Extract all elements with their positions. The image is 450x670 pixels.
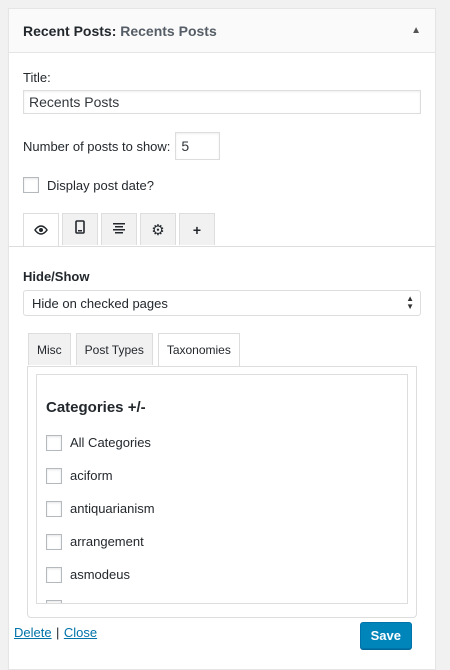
- list-item: asmodeus: [46, 558, 407, 591]
- widget-title-subtitle: Recents Posts: [120, 22, 217, 39]
- category-checkbox[interactable]: [46, 467, 62, 484]
- plus-icon: +: [192, 221, 202, 238]
- visibility-subtabs: Misc Post Types Taxonomies: [23, 333, 421, 366]
- gear-icon: ⚙: [151, 221, 165, 239]
- category-label: antiquarianism: [70, 501, 155, 516]
- subtab-misc[interactable]: Misc: [28, 333, 71, 365]
- select-arrows-icon: ▲ ▼: [406, 294, 414, 311]
- footer-separator: |: [56, 625, 60, 640]
- category-checkbox[interactable]: [46, 533, 62, 550]
- categories-list: All Categories aciform antiquarianism ar…: [37, 426, 407, 603]
- display-date-checkbox[interactable]: [23, 177, 39, 193]
- number-label: Number of posts to show:: [23, 138, 171, 154]
- align-center-icon: [113, 221, 125, 239]
- list-item: aciform: [46, 459, 407, 492]
- category-label: All Categories: [70, 435, 151, 450]
- widget-panel: Recent Posts: Recents Posts ▲ Title: Num…: [8, 8, 436, 670]
- eye-icon: [34, 223, 48, 238]
- hide-show-select[interactable]: Hide on checked pages ▲ ▼: [23, 290, 421, 316]
- categories-title[interactable]: Categories +/-: [46, 399, 407, 416]
- category-checkbox[interactable]: [46, 566, 62, 583]
- title-input[interactable]: [23, 90, 421, 114]
- close-link[interactable]: Close: [64, 625, 97, 640]
- hide-show-selected-value: Hide on checked pages: [32, 295, 168, 311]
- widget-tabs: ⚙ +: [23, 213, 421, 246]
- category-checkbox[interactable]: [46, 500, 62, 517]
- tab-settings[interactable]: ⚙: [140, 213, 176, 245]
- hide-show-label: Hide/Show: [23, 269, 90, 284]
- widget-inside: Title: Number of posts to show: Display …: [9, 70, 435, 618]
- category-label: aciform: [70, 468, 113, 483]
- taxonomies-panel: Categories +/- All Categories aciform an…: [27, 366, 417, 618]
- list-item: arrangement: [46, 525, 407, 558]
- category-checkbox[interactable]: [46, 434, 62, 451]
- display-date-row: Display post date?: [23, 177, 421, 193]
- list-item: All Categories: [46, 426, 407, 459]
- tabs-divider: [9, 246, 435, 247]
- list-item: [46, 591, 407, 603]
- category-checkbox[interactable]: [46, 599, 62, 603]
- subtab-post-types[interactable]: Post Types: [75, 333, 153, 365]
- list-item: antiquarianism: [46, 492, 407, 525]
- mobile-icon: [75, 220, 85, 239]
- tab-alignment[interactable]: [101, 213, 137, 245]
- save-button[interactable]: Save: [359, 622, 412, 649]
- categories-box[interactable]: Categories +/- All Categories aciform an…: [36, 374, 408, 604]
- number-input[interactable]: [175, 132, 221, 160]
- number-row: Number of posts to show:: [23, 132, 421, 160]
- display-date-label: Display post date?: [47, 177, 154, 193]
- subtab-taxonomies[interactable]: Taxonomies: [157, 333, 240, 366]
- tab-add[interactable]: +: [179, 213, 215, 245]
- category-label: arrangement: [70, 534, 144, 549]
- widget-title-label: Recent Posts:: [23, 22, 117, 39]
- widget-footer: Delete | Close Save: [14, 622, 412, 649]
- tab-devices[interactable]: [62, 213, 98, 245]
- delete-link[interactable]: Delete: [14, 625, 52, 640]
- widget-header[interactable]: Recent Posts: Recents Posts ▲: [9, 9, 435, 53]
- collapse-arrow-icon[interactable]: ▲: [411, 25, 421, 36]
- title-label: Title:: [23, 70, 51, 85]
- tab-visibility[interactable]: [23, 213, 59, 246]
- widget-title: Recent Posts: Recents Posts: [23, 23, 217, 39]
- category-label: asmodeus: [70, 567, 130, 582]
